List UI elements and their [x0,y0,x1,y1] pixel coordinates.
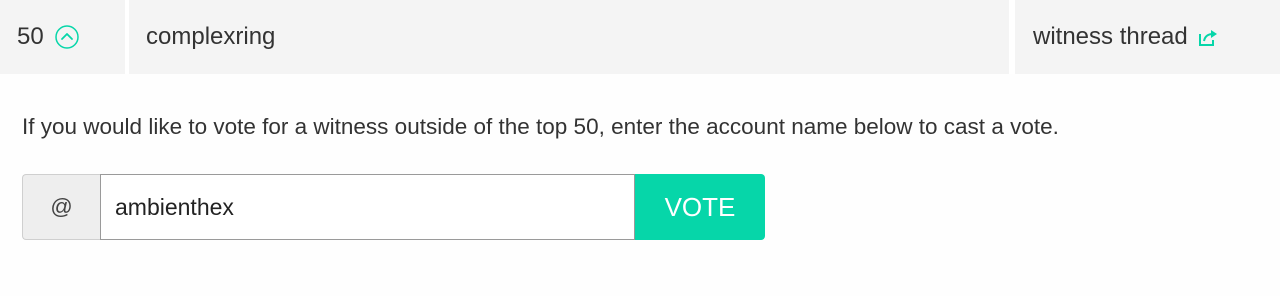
chevron-up-circle-icon[interactable] [54,25,79,49]
rank-cell: 50 [0,0,125,74]
witness-row: 50 complexring witness thread [0,0,1280,74]
witness-thread-link[interactable]: witness thread [1033,23,1188,51]
vote-form: @ VOTE [22,174,765,240]
name-cell: complexring [129,0,1009,74]
witness-name[interactable]: complexring [146,23,275,51]
account-name-input[interactable] [100,174,635,240]
thread-cell: witness thread [1015,0,1280,74]
external-link-icon[interactable] [1197,26,1219,48]
vote-instructions: If you would like to vote for a witness … [22,114,1059,139]
witness-rank: 50 [17,23,44,50]
vote-button[interactable]: VOTE [635,174,765,240]
at-prefix: @ [22,174,100,240]
